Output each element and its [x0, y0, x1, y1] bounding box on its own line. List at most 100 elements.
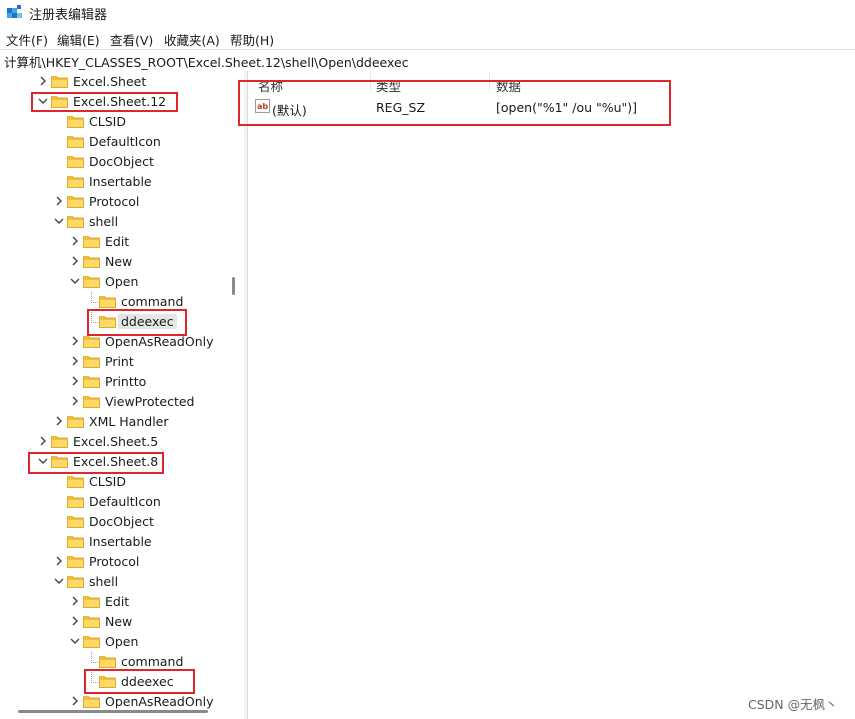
highlight-box [87, 309, 187, 336]
folder-icon [67, 416, 84, 428]
tree-node-label: Printto [105, 374, 147, 389]
tree-node-label: shell [89, 214, 119, 229]
tree-node-label: OpenAsReadOnly [105, 334, 214, 349]
chevron-right-icon[interactable] [69, 595, 81, 607]
tree-horizontal-scrollbar[interactable] [18, 710, 208, 713]
tree-node-label: CLSID [89, 114, 126, 129]
menu-help[interactable]: 帮助(H) [230, 30, 274, 49]
tree-node[interactable]: Printto [0, 372, 230, 392]
tree-node[interactable]: Edit [0, 232, 230, 252]
folder-icon [51, 436, 68, 448]
folder-icon [67, 176, 84, 188]
tree-node-label: Insertable [89, 174, 152, 189]
watermark: CSDN @无枫丶 [748, 697, 838, 712]
chevron-right-icon[interactable] [53, 555, 65, 567]
tree-node[interactable]: Insertable [0, 172, 230, 192]
chevron-right-icon[interactable] [69, 615, 81, 627]
tree-node-label: Edit [105, 594, 130, 609]
chevron-right-icon[interactable] [69, 395, 81, 407]
tree-node[interactable]: ViewProtected [0, 392, 230, 412]
tree-node[interactable]: Protocol [0, 552, 230, 572]
tree-node-label: New [105, 254, 133, 269]
chevron-right-icon[interactable] [69, 255, 81, 267]
menu-edit[interactable]: 编辑(E) [57, 30, 100, 49]
menu-favorites[interactable]: 收藏夹(A) [164, 30, 220, 49]
tree-node[interactable]: Edit [0, 592, 230, 612]
tree-node[interactable]: New [0, 612, 230, 632]
tree-node-label: command [121, 654, 184, 669]
tree-node-label: DefaultIcon [89, 494, 161, 509]
chevron-right-icon[interactable] [69, 375, 81, 387]
tree-connector [91, 302, 98, 303]
folder-icon [99, 296, 116, 308]
tree-node-label: DocObject [89, 154, 154, 169]
chevron-right-icon[interactable] [37, 435, 49, 447]
tree-node[interactable]: New [0, 252, 230, 272]
tree-node[interactable]: XML Handler [0, 412, 230, 432]
chevron-right-icon[interactable] [69, 235, 81, 247]
chevron-down-icon[interactable] [53, 215, 65, 227]
chevron-right-icon[interactable] [53, 195, 65, 207]
chevron-right-icon[interactable] [53, 415, 65, 427]
values-list-pane[interactable]: 名称 类型 数据 ab (默认) REG_SZ [open("%1" /ou "… [248, 71, 855, 719]
address-bar[interactable]: 计算机\HKEY_CLASSES_ROOT\Excel.Sheet.12\she… [0, 49, 855, 72]
tree-vertical-scrollbar[interactable] [232, 277, 235, 295]
menu-bar: 文件(F) 编辑(E) 查看(V) 收藏夹(A) 帮助(H) [0, 27, 855, 48]
tree-node-label: Open [105, 634, 139, 649]
key-tree-pane[interactable]: Excel.Sheet Excel.Sheet.12 CLSID DefaultIco… [0, 71, 244, 719]
tree-node-label: DocObject [89, 514, 154, 529]
tree-node[interactable]: shell [0, 212, 230, 232]
chevron-right-icon[interactable] [69, 695, 81, 707]
title-bar: 注册表编辑器 [0, 0, 855, 26]
tree-node[interactable]: CLSID [0, 112, 230, 132]
tree-node-label: DefaultIcon [89, 134, 161, 149]
chevron-down-icon[interactable] [69, 275, 81, 287]
tree-node[interactable]: DocObject [0, 512, 230, 532]
tree-node[interactable]: OpenAsReadOnly [0, 692, 230, 712]
address-path[interactable]: 计算机\HKEY_CLASSES_ROOT\Excel.Sheet.12\she… [4, 52, 409, 71]
tree-node-label: Open [105, 274, 139, 289]
tree-node-label: XML Handler [89, 414, 169, 429]
folder-icon [67, 556, 84, 568]
folder-icon [67, 136, 84, 148]
tree-node[interactable]: Insertable [0, 532, 230, 552]
folder-icon [67, 116, 84, 128]
tree-node-label: OpenAsReadOnly [105, 694, 214, 709]
tree-node-label: shell [89, 574, 119, 589]
tree-node-label: Protocol [89, 194, 140, 209]
folder-icon [67, 156, 84, 168]
tree-connector [91, 292, 92, 303]
tree-node[interactable]: CLSID [0, 472, 230, 492]
chevron-down-icon[interactable] [69, 635, 81, 647]
tree-node[interactable]: DocObject [0, 152, 230, 172]
folder-icon [99, 656, 116, 668]
chevron-right-icon[interactable] [37, 75, 49, 87]
folder-icon [67, 476, 84, 488]
tree-node[interactable]: Open [0, 272, 230, 292]
tree-node-label: command [121, 294, 184, 309]
menu-view[interactable]: 查看(V) [110, 30, 153, 49]
menu-file[interactable]: 文件(F) [6, 30, 48, 49]
tree-node[interactable]: shell [0, 572, 230, 592]
folder-icon [83, 396, 100, 408]
folder-icon [83, 376, 100, 388]
folder-icon [83, 636, 100, 648]
tree-node[interactable]: DefaultIcon [0, 492, 230, 512]
chevron-right-icon[interactable] [69, 335, 81, 347]
tree-node[interactable]: Print [0, 352, 230, 372]
tree-node-label: Excel.Sheet.5 [73, 434, 159, 449]
chevron-right-icon[interactable] [69, 355, 81, 367]
folder-icon [67, 576, 84, 588]
tree-node[interactable]: Protocol [0, 192, 230, 212]
highlight-box [238, 80, 671, 126]
tree-node[interactable]: Excel.Sheet.5 [0, 432, 230, 452]
highlight-box [31, 92, 178, 112]
tree-node-label: Print [105, 354, 134, 369]
tree-node[interactable]: DefaultIcon [0, 132, 230, 152]
regedit-icon [7, 5, 22, 18]
folder-icon [83, 276, 100, 288]
tree-node[interactable]: Excel.Sheet [0, 72, 230, 92]
folder-icon [67, 496, 84, 508]
chevron-down-icon[interactable] [53, 575, 65, 587]
tree-node[interactable]: Open [0, 632, 230, 652]
